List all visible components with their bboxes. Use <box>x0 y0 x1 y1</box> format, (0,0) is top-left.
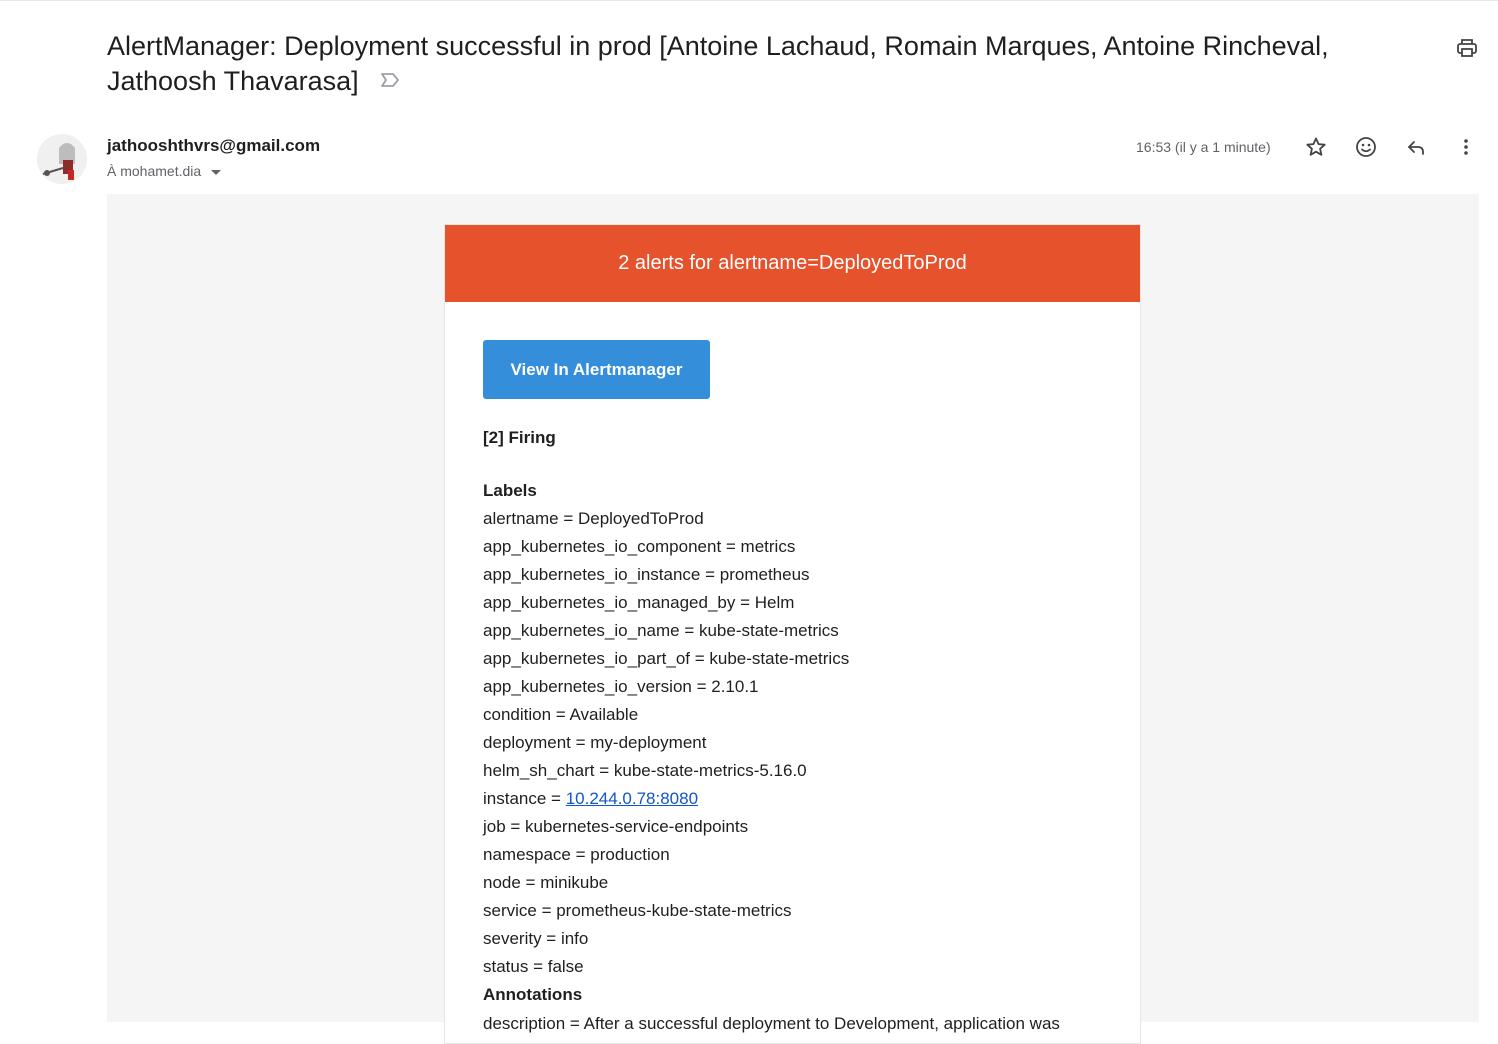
firing-count: [2] Firing <box>483 428 556 447</box>
label-row: app_kubernetes_io_instance = prometheus <box>483 565 810 584</box>
reply-icon[interactable] <box>1404 135 1428 159</box>
labels-heading: Labels <box>483 481 537 500</box>
label-row: job = kubernetes-service-endpoints <box>483 817 749 836</box>
label-row: service = prometheus-kube-state-metrics <box>483 901 792 920</box>
emoji-icon[interactable] <box>1354 135 1378 159</box>
chevron-down-icon[interactable] <box>211 169 222 175</box>
sender-avatar[interactable] <box>37 134 87 184</box>
email-time: 16:53 (il y a 1 minute) <box>1136 139 1271 155</box>
label-important-icon[interactable] <box>378 68 402 92</box>
star-icon[interactable] <box>1304 135 1328 159</box>
label-row: helm_sh_chart = kube-state-metrics-5.16.… <box>483 761 807 780</box>
label-row: status = false <box>483 957 584 976</box>
label-row: namespace = production <box>483 845 670 864</box>
annotation-row: description = After a successful deploym… <box>483 1014 1060 1033</box>
label-row: deployment = my-deployment <box>483 733 707 752</box>
label-row: condition = Available <box>483 705 639 724</box>
alert-card: 2 alerts for alertname=DeployedToProd Vi… <box>444 224 1141 1044</box>
print-icon[interactable] <box>1455 36 1479 60</box>
top-border <box>0 0 1498 3</box>
label-row: app_kubernetes_io_version = 2.10.1 <box>483 677 759 696</box>
recipient-details[interactable]: À mohamet.dia <box>107 163 222 179</box>
alert-header: 2 alerts for alertname=DeployedToProd <box>445 225 1140 302</box>
avatar-image <box>37 134 87 184</box>
label-row: app_kubernetes_io_part_of = kube-state-m… <box>483 649 850 668</box>
labels-list: alertname = DeployedToProd app_kubernete… <box>483 505 849 981</box>
subject-text: AlertManager: Deployment successful in p… <box>107 31 1329 96</box>
more-vert-icon[interactable] <box>1454 135 1478 159</box>
instance-link[interactable]: 10.244.0.78:8080 <box>566 789 698 808</box>
label-row-instance: instance = 10.244.0.78:8080 <box>483 785 849 813</box>
recipient-text: À mohamet.dia <box>107 163 202 179</box>
view-in-alertmanager-button[interactable]: View In Alertmanager <box>483 340 710 399</box>
label-row: node = minikube <box>483 873 609 892</box>
sender-email[interactable]: jathooshthvrs@gmail.com <box>107 136 320 156</box>
label-row: severity = info <box>483 929 589 948</box>
label-row: alertname = DeployedToProd <box>483 509 704 528</box>
label-row: app_kubernetes_io_name = kube-state-metr… <box>483 621 839 640</box>
instance-key: instance = <box>483 789 566 808</box>
email-subject: AlertManager: Deployment successful in p… <box>107 29 1397 99</box>
label-row: app_kubernetes_io_component = metrics <box>483 537 796 556</box>
annotations-heading: Annotations <box>483 985 583 1004</box>
label-row: app_kubernetes_io_managed_by = Helm <box>483 593 795 612</box>
